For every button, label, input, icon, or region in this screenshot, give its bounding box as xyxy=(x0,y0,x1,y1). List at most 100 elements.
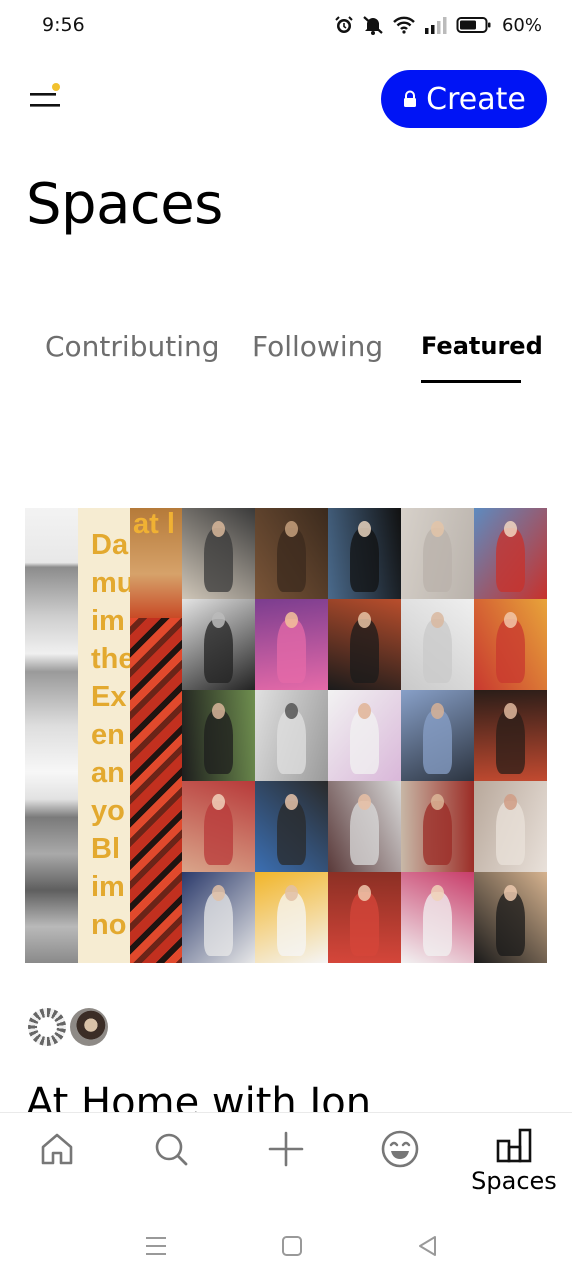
system-home-button[interactable] xyxy=(279,1234,305,1258)
cover-text-fragment: the xyxy=(91,643,130,675)
cover-text-fragment: im xyxy=(91,605,125,637)
bottom-navigation: Spaces xyxy=(0,1112,572,1212)
cover-text-fragment: mu xyxy=(91,567,130,599)
cover-photo-face xyxy=(357,520,372,538)
nav-spaces-label: Spaces xyxy=(471,1167,557,1195)
cover-photo-figure xyxy=(422,528,453,592)
signal-icon xyxy=(424,15,448,35)
plus-icon xyxy=(268,1131,304,1167)
active-tab-indicator xyxy=(421,380,521,383)
spaces-icon xyxy=(496,1128,532,1163)
cover-photo-tile xyxy=(328,599,401,690)
nav-profile[interactable] xyxy=(360,1129,440,1209)
cover-photo-face xyxy=(211,611,226,629)
system-navigation-bar xyxy=(0,1212,572,1280)
cover-photo-face xyxy=(357,793,372,811)
cover-strip-text: Da mu im the Ex en an yo Bl im no xyxy=(78,508,130,963)
cover-photo-tile xyxy=(255,599,328,690)
cover-photo-tile xyxy=(474,872,547,963)
cover-photo-figure xyxy=(349,892,380,956)
tab-featured[interactable]: Featured xyxy=(421,332,543,360)
cover-photo-face xyxy=(430,520,445,538)
cover-photo-tile xyxy=(401,599,474,690)
cover-photo-figure xyxy=(276,892,307,956)
cover-photo-figure xyxy=(495,619,526,683)
cover-text-fragment: Bl xyxy=(91,833,120,865)
nav-spaces[interactable]: Spaces xyxy=(466,1127,562,1207)
cover-photo-tile xyxy=(401,690,474,781)
recents-icon xyxy=(146,1237,166,1255)
menu-icon xyxy=(30,83,60,107)
cover-photo-tile xyxy=(182,690,255,781)
nav-home[interactable] xyxy=(17,1129,97,1209)
cover-photo-face xyxy=(284,702,299,720)
cover-photo-figure xyxy=(349,710,380,774)
nav-add[interactable] xyxy=(246,1129,326,1209)
cover-photo-figure xyxy=(203,710,234,774)
cover-photo-figure xyxy=(203,619,234,683)
cover-photo-tile xyxy=(474,690,547,781)
cover-photo-tile xyxy=(401,508,474,599)
battery-icon xyxy=(456,15,492,35)
cover-photo-face xyxy=(503,520,518,538)
cover-photo-tile xyxy=(182,508,255,599)
cover-photo-tile xyxy=(255,872,328,963)
cover-photo-face xyxy=(430,702,445,720)
cover-photo-tile xyxy=(255,781,328,872)
smiley-icon xyxy=(381,1130,419,1168)
cover-photo-face xyxy=(503,884,518,902)
cover-photo-figure xyxy=(349,619,380,683)
contributor-avatar-photo xyxy=(70,1008,108,1046)
cover-photo-tile xyxy=(328,690,401,781)
cover-text-fragment: im xyxy=(91,871,125,903)
page-title: Spaces xyxy=(26,172,223,237)
cover-text-fragment: Ex xyxy=(91,681,127,713)
cover-photo-face xyxy=(503,611,518,629)
cover-photo-tile xyxy=(474,508,547,599)
cover-photo-figure xyxy=(422,710,453,774)
cover-photo-figure xyxy=(422,892,453,956)
contributors-row[interactable] xyxy=(28,1007,108,1047)
status-time: 9:56 xyxy=(42,14,85,36)
status-bar: 9:56 60% xyxy=(0,0,572,52)
cover-photo-face xyxy=(211,884,226,902)
cover-photo-face xyxy=(430,884,445,902)
cover-photo-tile xyxy=(474,781,547,872)
contributor-avatar-ring xyxy=(28,1008,66,1046)
tab-contributing[interactable]: Contributing xyxy=(45,330,220,363)
cover-photo-figure xyxy=(349,528,380,592)
notification-dot xyxy=(52,83,60,91)
cover-photo-face xyxy=(211,702,226,720)
cover-text-fragment: an xyxy=(91,757,125,789)
recents-button[interactable] xyxy=(143,1234,169,1258)
cover-strip-photo xyxy=(25,508,78,963)
wifi-icon xyxy=(392,15,416,35)
cover-photo-figure xyxy=(203,528,234,592)
cover-photo-face xyxy=(503,793,518,811)
cover-photo-figure xyxy=(422,619,453,683)
nav-search[interactable] xyxy=(131,1129,211,1209)
cover-photo-figure xyxy=(495,528,526,592)
tab-following[interactable]: Following xyxy=(252,330,383,363)
back-button[interactable] xyxy=(415,1234,441,1258)
cover-photo-face xyxy=(284,793,299,811)
mute-icon xyxy=(362,15,384,35)
cover-photo-face xyxy=(357,884,372,902)
cover-photo-tile xyxy=(401,872,474,963)
cover-photo-face xyxy=(284,611,299,629)
cover-photo-face xyxy=(357,702,372,720)
tab-bar: Contributing Following Featured xyxy=(0,326,572,386)
cover-photo-tile xyxy=(328,508,401,599)
lock-icon xyxy=(404,90,417,107)
cover-photo-figure xyxy=(276,801,307,865)
menu-button[interactable] xyxy=(28,82,64,112)
cover-photo-figure xyxy=(495,801,526,865)
cover-photo-tile xyxy=(182,872,255,963)
create-button[interactable]: Create xyxy=(381,70,547,128)
cover-photo-tile xyxy=(328,781,401,872)
cover-text-fragment: Da xyxy=(91,529,129,561)
cover-photo-figure xyxy=(276,710,307,774)
cover-rug-text: at l xyxy=(133,508,175,540)
space-cover-image[interactable]: Da mu im the Ex en an yo Bl im no at l xyxy=(25,508,547,963)
cover-photo-figure xyxy=(203,892,234,956)
